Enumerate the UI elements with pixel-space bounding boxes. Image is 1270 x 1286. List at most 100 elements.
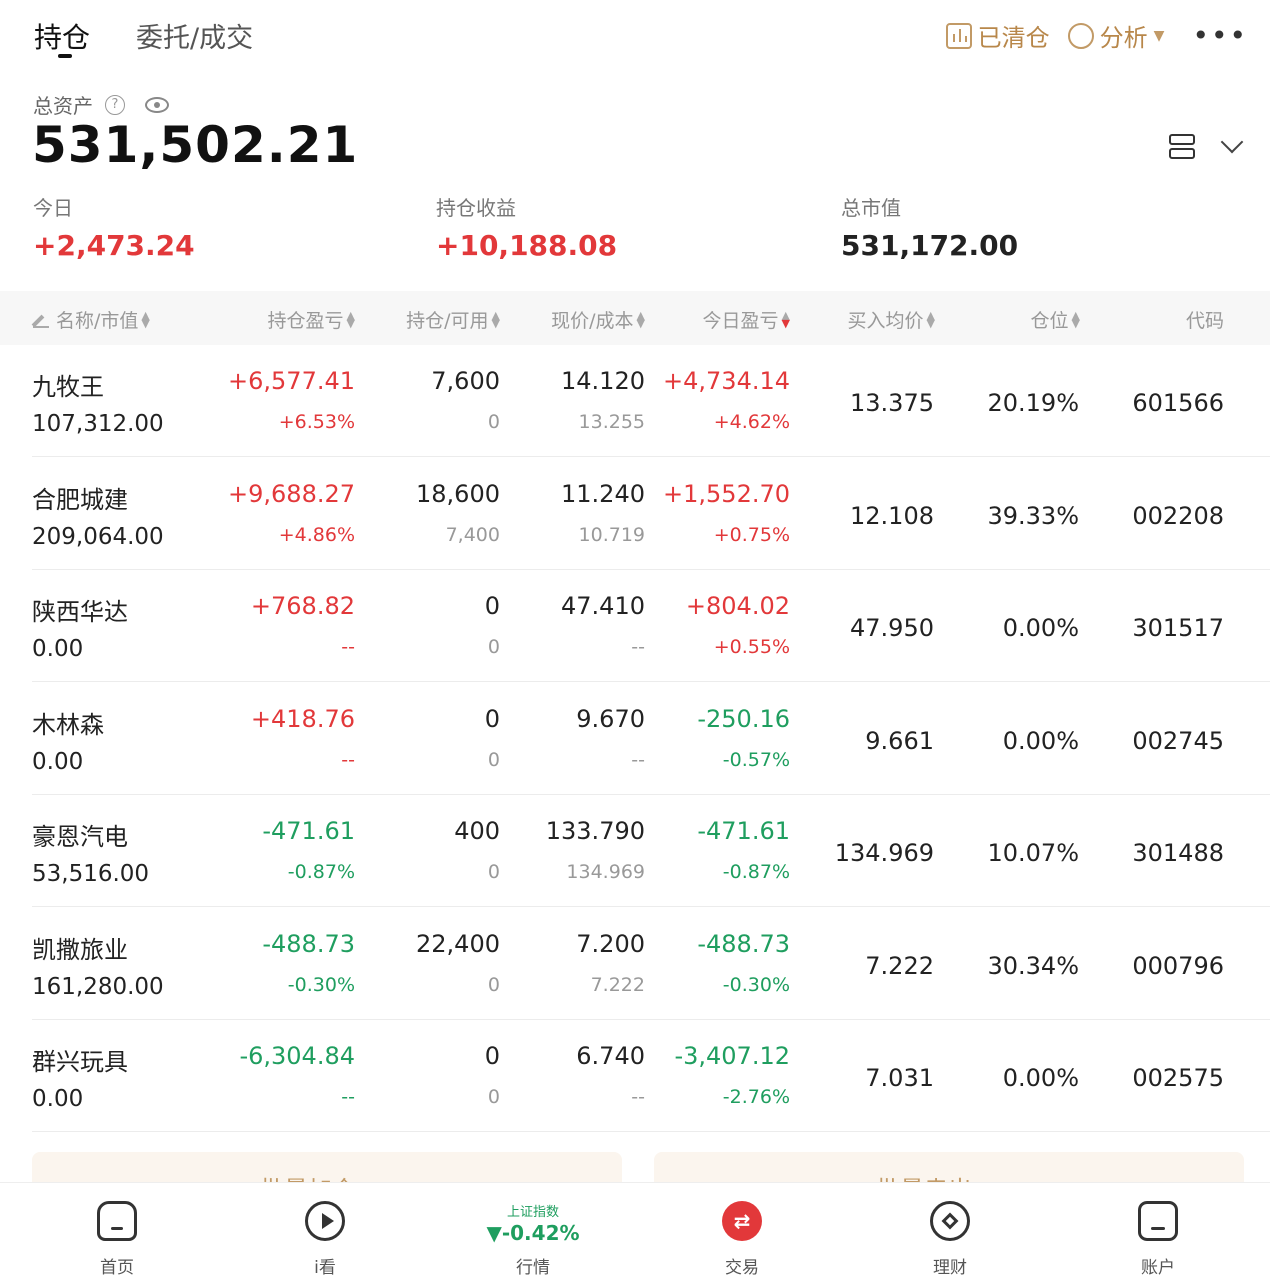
today-pl: -3,407.12 xyxy=(674,1042,790,1070)
holding-qty: 0 xyxy=(484,704,500,733)
cost-price: -- xyxy=(631,1086,645,1108)
stock-name: 木林森 xyxy=(32,710,104,739)
table-row[interactable]: 豪恩汽电 53,516.00 -471.61 -0.87% 400 0 133.790 134… xyxy=(0,795,1270,907)
col-pl-label: 持仓盈亏 xyxy=(267,310,344,332)
stock-code: 301488 xyxy=(1132,839,1224,867)
market-value: 161,280.00 xyxy=(32,973,164,1000)
col-qty[interactable]: 持仓/可用 ▲ ▼ xyxy=(406,306,500,333)
summary-today: 今日 +2,473.24 xyxy=(33,192,195,262)
holding-pl: -6,304.84 xyxy=(239,1042,355,1070)
col-qty-label: 持仓/可用 xyxy=(406,310,489,332)
table-row[interactable]: 合肥城建 209,064.00 +9,688.27 +4.86% 18,600 7,400… xyxy=(0,458,1270,570)
trend-icon xyxy=(1067,22,1094,49)
edit-icon[interactable] xyxy=(33,312,49,328)
cost-price: 134.969 xyxy=(566,861,645,883)
table-row[interactable]: 群兴玩具 0.00 -6,304.84 -- 0 0 6.740 -- -3,407.12 -2.… xyxy=(0,1020,1270,1132)
tab-orders[interactable]: 委托/成交 xyxy=(136,16,253,55)
position-ratio: 20.19% xyxy=(987,389,1079,417)
tab-holdings[interactable]: 持仓 xyxy=(34,16,90,58)
chevron-down-icon[interactable] xyxy=(1220,130,1244,154)
available-qty: 0 xyxy=(487,748,500,771)
nav-market[interactable]: 上证指数 ▼-0.42% 行情 xyxy=(458,1183,608,1286)
sort-icon: ▲ ▼ xyxy=(346,308,355,330)
row-divider xyxy=(32,1131,1270,1132)
today-pl: +4,734.14 xyxy=(663,367,790,395)
nav-market-label: 行情 xyxy=(516,1258,550,1278)
available-qty: 0 xyxy=(487,973,500,996)
table-row[interactable]: 陕西华达 0.00 +768.82 -- 0 0 47.410 -- +804.02 +0.55%… xyxy=(0,570,1270,682)
stock-name: 九牧王 xyxy=(32,373,104,401)
batch-add-button[interactable]: 批量加仓 xyxy=(32,1152,622,1182)
table-row[interactable]: 木林森 0.00 +418.76 -- 0 0 9.670 -- -250.16 -0.57% 9.… xyxy=(0,683,1270,795)
available-qty: 0 xyxy=(487,1086,500,1108)
col-today-label: 今日盈亏 xyxy=(702,310,779,332)
market-label: 总市值 xyxy=(841,196,901,220)
avg-buy-price: 13.375 xyxy=(850,389,934,417)
today-pl-pct: -2.76% xyxy=(722,1086,790,1108)
col-pl[interactable]: 持仓盈亏 ▲ ▼ xyxy=(268,306,355,333)
stock-name: 合肥城建 xyxy=(32,485,128,514)
avg-buy-price: 134.969 xyxy=(834,839,934,867)
stock-name: 群兴玩具 xyxy=(32,1048,128,1076)
avg-buy-price: 47.950 xyxy=(850,614,934,642)
market-value: 53,516.00 xyxy=(32,861,150,887)
home-icon xyxy=(97,1201,137,1241)
col-today[interactable]: 今日盈亏 ▲ ▼ xyxy=(703,306,790,333)
total-assets-value: 531,502.21 xyxy=(32,116,359,174)
cleared-label: 已清仓 xyxy=(977,24,1050,52)
holding-pl: +768.82 xyxy=(250,592,355,620)
nav-watch-label: i看 xyxy=(314,1258,336,1278)
holding-pl: -471.61 xyxy=(262,817,355,845)
current-price: 9.670 xyxy=(576,704,645,733)
nav-home-label: 首页 xyxy=(100,1258,134,1278)
holding-pl-pct: +6.53% xyxy=(278,411,355,433)
cleared-button[interactable]: 已清仓 xyxy=(945,18,1050,53)
nav-trade-label: 交易 xyxy=(725,1258,759,1278)
col-price[interactable]: 现价/成本 ▲ ▼ xyxy=(551,306,645,333)
col-avg-label: 买入均价 xyxy=(847,310,924,332)
more-icon[interactable]: ••• xyxy=(1192,19,1248,52)
position-ratio: 0.00% xyxy=(1002,1064,1079,1092)
current-price: 7.200 xyxy=(576,929,645,958)
col-code-label: 代码 xyxy=(1185,310,1224,332)
holding-qty: 18,600 xyxy=(416,479,500,508)
col-name[interactable]: 名称/市值 ▲ ▼ xyxy=(33,306,150,333)
nav-account[interactable]: 账户 xyxy=(1098,1183,1218,1286)
nav-watch[interactable]: i看 xyxy=(265,1183,385,1286)
today-value: +2,473.24 xyxy=(33,229,195,262)
nav-home[interactable]: 首页 xyxy=(57,1183,177,1286)
col-position[interactable]: 仓位 ▲ ▼ xyxy=(1031,306,1080,333)
table-row[interactable]: 九牧王 107,312.00 +6,577.41 +6.53% 7,600 0 14.120… xyxy=(0,345,1270,457)
batch-sell-button[interactable]: 批量卖出 xyxy=(654,1152,1244,1182)
today-pl: -250.16 xyxy=(697,704,790,733)
holding-qty: 0 xyxy=(484,1042,500,1070)
sort-icon: ▲ ▼ xyxy=(636,308,645,330)
eye-icon[interactable] xyxy=(145,96,169,113)
analysis-button[interactable]: 分析 ▼ xyxy=(1067,18,1165,53)
play-icon xyxy=(305,1201,345,1241)
holding-pl-pct: -- xyxy=(341,748,355,771)
today-pl-pct: -0.30% xyxy=(722,973,790,996)
col-avg[interactable]: 买入均价 ▲ ▼ xyxy=(848,306,935,333)
position-ratio: 39.33% xyxy=(987,501,1079,530)
help-icon[interactable]: ? xyxy=(105,94,125,115)
profit-value: +10,188.08 xyxy=(436,229,618,262)
nav-trade[interactable]: ⇄ 交易 xyxy=(682,1183,802,1286)
market-value: 107,312.00 xyxy=(32,411,164,437)
position-ratio: 0.00% xyxy=(1002,614,1079,642)
position-ratio: 30.34% xyxy=(987,951,1079,980)
available-qty: 0 xyxy=(487,861,500,883)
layout-toggle-icon[interactable] xyxy=(1169,134,1195,160)
stock-code: 002745 xyxy=(1132,726,1224,755)
available-qty: 0 xyxy=(487,411,500,433)
table-row[interactable]: 凯撒旅业 161,280.00 -488.73 -0.30% 22,400 0 7.200 7… xyxy=(0,908,1270,1020)
today-label: 今日 xyxy=(33,196,73,220)
nav-account-label: 账户 xyxy=(1141,1258,1175,1278)
sort-icon: ▲ ▼ xyxy=(926,308,935,330)
col-code[interactable]: 代码 xyxy=(1186,306,1224,333)
caret-down-icon: ▼ xyxy=(1153,27,1165,44)
trade-icon: ⇄ xyxy=(722,1201,762,1241)
holding-pl-pct: -- xyxy=(341,1086,355,1108)
total-assets-label-row: 总资产 ? xyxy=(33,90,169,119)
nav-finance[interactable]: 理财 xyxy=(890,1183,1010,1286)
